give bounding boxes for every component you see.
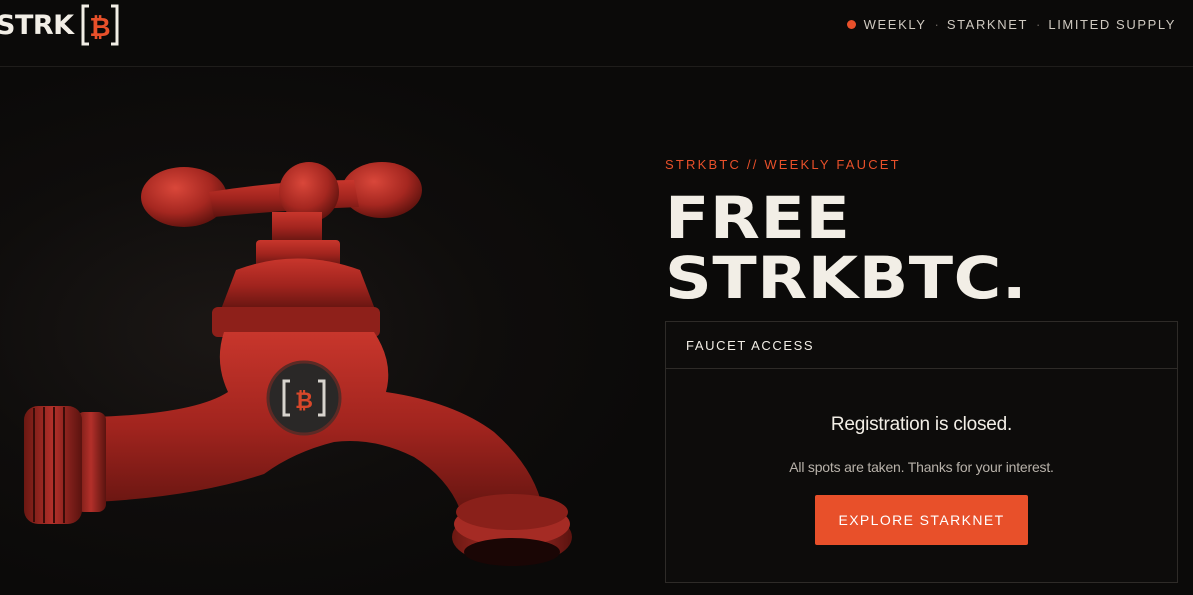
faucet-image: ₿ — [24, 162, 572, 566]
bitcoin-bracket-logo-icon: ₿ — [81, 4, 119, 46]
nav-separator: · — [1036, 17, 1041, 32]
site-header: STRK ₿ WEEKLY · STARKNET · LIMITED SUPPL… — [0, 0, 1193, 67]
faucet-access-card: FAUCET ACCESS Registration is closed. Al… — [665, 321, 1178, 583]
registration-status: Registration is closed. — [830, 414, 1013, 435]
svg-text:₿: ₿ — [295, 389, 313, 414]
status-dot-icon — [846, 20, 856, 29]
header-nav: WEEKLY · STARKNET · LIMITED SUPPLY — [846, 17, 1176, 32]
nav-separator: · — [934, 17, 939, 32]
card-header: FAUCET ACCESS — [666, 322, 1177, 369]
nav-item-weekly[interactable]: WEEKLY — [864, 17, 927, 32]
nav-item-limited-supply[interactable]: LIMITED SUPPLY — [1048, 17, 1176, 32]
headline-line-2: STRKBTC. — [665, 244, 1028, 312]
svg-text:₿: ₿ — [89, 13, 110, 43]
hero-headline: FREE STRKBTC. — [665, 188, 1027, 308]
logo-text: STRK — [0, 9, 74, 41]
hero-eyebrow: STRKBTC // WEEKLY FAUCET — [665, 157, 901, 172]
registration-message: All spots are taken. Thanks for your int… — [789, 459, 1054, 475]
nav-item-starknet[interactable]: STARKNET — [947, 17, 1028, 32]
site-logo[interactable]: STRK ₿ — [0, 4, 120, 46]
explore-starknet-button[interactable]: EXPLORE STARKNET — [815, 495, 1028, 545]
headline-line-1: FREE — [665, 184, 851, 252]
